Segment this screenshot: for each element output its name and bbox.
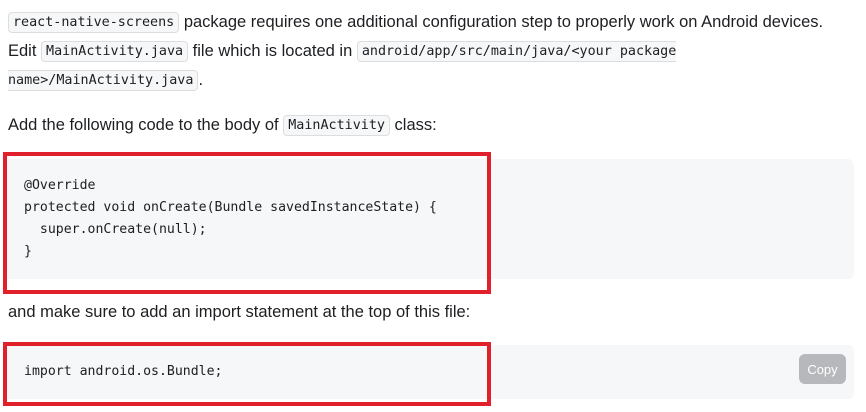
copy-button[interactable]: Copy <box>799 354 846 384</box>
inline-code-class: MainActivity <box>283 115 390 136</box>
intro-text-3: . <box>198 71 204 89</box>
code-block-import: import android.os.Bundle; Copy <box>4 345 854 399</box>
intro-paragraph: react-native-screens package requires on… <box>8 8 854 95</box>
inline-code-package: react-native-screens <box>8 12 180 33</box>
instruction-paragraph-1: Add the following code to the body of Ma… <box>8 111 854 140</box>
instruction-2-text: and make sure to add an import statement… <box>8 303 471 321</box>
code-block-import-content[interactable]: import android.os.Bundle; <box>24 361 223 383</box>
inline-code-file: MainActivity.java <box>41 41 189 62</box>
intro-text-2: file which is located in <box>188 42 357 60</box>
instruction-1-text-after: class: <box>389 116 437 134</box>
instruction-1-text-before: Add the following code to the body of <box>8 116 284 134</box>
code-block-oncreate: @Override protected void onCreate(Bundle… <box>4 159 854 279</box>
instruction-paragraph-2: and make sure to add an import statement… <box>8 298 854 326</box>
code-block-oncreate-content[interactable]: @Override protected void onCreate(Bundle… <box>24 175 437 263</box>
